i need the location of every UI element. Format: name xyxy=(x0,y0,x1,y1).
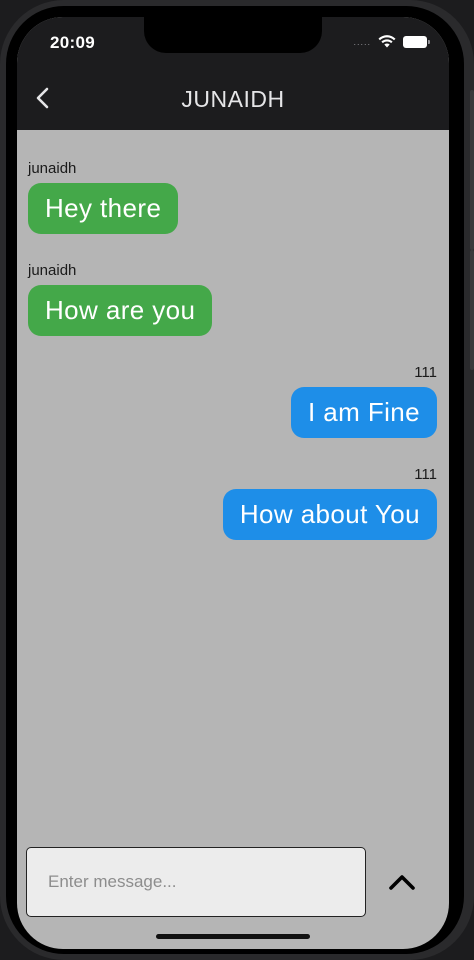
message-item: junaidh How are you xyxy=(28,262,213,336)
status-icons: ..... xyxy=(353,35,430,48)
message-bubble-incoming[interactable]: How are you xyxy=(28,285,213,336)
side-button xyxy=(470,90,474,250)
battery-icon xyxy=(403,35,430,48)
message-bubble-incoming[interactable]: Hey there xyxy=(28,183,179,234)
message-sender: junaidh xyxy=(28,262,77,279)
phone-frame: 20:09 ..... JUNAIDH junaidh Hey there ju… xyxy=(0,0,474,960)
message-item: 111 I am Fine xyxy=(291,364,437,438)
message-item: 111 How about You xyxy=(222,466,437,540)
chevron-up-icon xyxy=(389,875,415,890)
message-sender: 111 xyxy=(414,364,437,381)
side-button xyxy=(470,250,474,370)
home-indicator[interactable] xyxy=(156,934,310,939)
message-sender: junaidh xyxy=(28,160,77,177)
message-input[interactable] xyxy=(26,847,366,917)
status-time: 20:09 xyxy=(50,33,95,52)
wifi-icon xyxy=(378,35,396,48)
message-bubble-outgoing[interactable]: How about You xyxy=(222,489,437,540)
send-button[interactable] xyxy=(385,865,419,899)
phone-screen: 20:09 ..... JUNAIDH junaidh Hey there ju… xyxy=(17,17,449,949)
message-item: junaidh Hey there xyxy=(28,160,179,234)
message-bubble-outgoing[interactable]: I am Fine xyxy=(291,387,437,438)
message-sender: 111 xyxy=(414,466,437,483)
signal-icon: ..... xyxy=(353,36,371,47)
message-list[interactable]: junaidh Hey there junaidh How are you 11… xyxy=(17,130,449,840)
navigation-bar: 20:09 ..... JUNAIDH xyxy=(17,17,449,130)
chat-title: JUNAIDH xyxy=(181,86,285,112)
notch xyxy=(144,17,322,53)
